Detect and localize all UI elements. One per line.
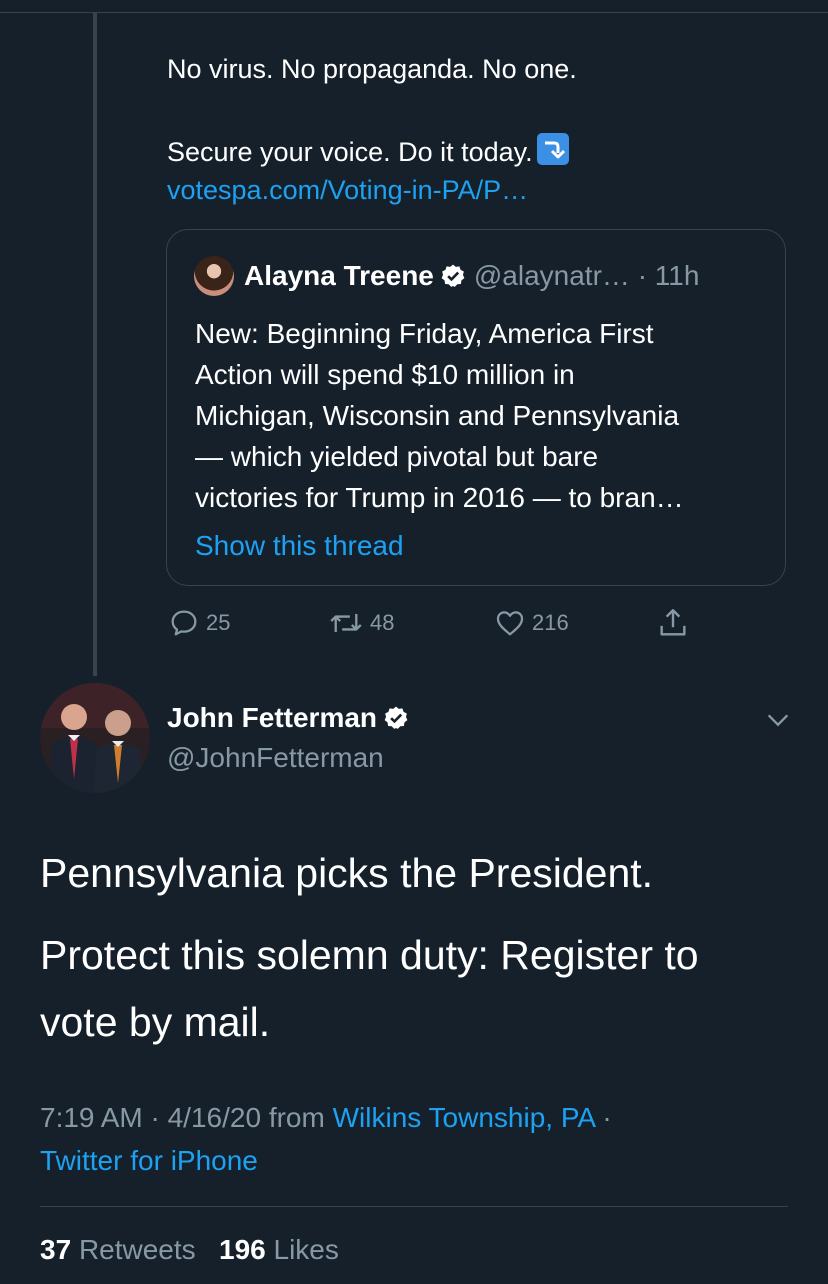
quoted-text-line: New: Beginning Friday, America First (195, 318, 654, 349)
parent-tweet-line2: Secure your voice. Do it today. (167, 133, 569, 169)
main-tweet-text-line2: Protect this solemn duty: Register to (40, 932, 699, 978)
likes-stat[interactable]: 196 Likes (219, 1234, 339, 1265)
retweets-count: 37 (40, 1234, 72, 1265)
quoted-text-line: — which yielded pivotal but bare (195, 441, 599, 472)
main-tweet-text-line3: vote by mail. (40, 999, 271, 1045)
main-author-avatar[interactable] (40, 683, 150, 793)
likes-label: Likes (273, 1234, 339, 1265)
quoted-tweet-header: Alayna Treene @alaynatr… · 11h (244, 258, 699, 294)
arrow-emoji-icon (536, 133, 569, 165)
quoted-author-avatar[interactable] (194, 256, 234, 296)
likes-count: 196 (219, 1234, 266, 1265)
tweet-location-link[interactable]: Wilkins Township, PA (333, 1102, 595, 1133)
quoted-text-line: victories for Trump in 2016 — to bran… (195, 482, 684, 513)
tweet-meta: 7:19 AM · 4/16/20 from Wilkins Township,… (40, 1097, 612, 1139)
main-tweet-text-line1: Pennsylvania picks the President. (40, 850, 654, 896)
tweet-timestamp: 7:19 AM · 4/16/20 (40, 1102, 262, 1133)
tweet-stats: 37 Retweets 196 Likes (40, 1230, 339, 1270)
reply-icon (171, 610, 197, 636)
like-button[interactable]: 216 (494, 603, 569, 643)
share-button[interactable] (656, 603, 696, 643)
from-label: from (268, 1102, 325, 1133)
stats-divider (40, 1206, 788, 1207)
main-author-handle[interactable]: @JohnFetterman (167, 739, 384, 777)
like-icon (496, 611, 524, 636)
tweet-source-link[interactable]: Twitter for iPhone (40, 1140, 258, 1182)
parent-tweet-line2-text: Secure your voice. Do it today. (167, 137, 533, 167)
retweet-button[interactable]: 48 (328, 603, 394, 643)
main-author-name-row: John Fetterman (167, 699, 417, 737)
main-author-name[interactable]: John Fetterman (167, 702, 377, 733)
chevron-down-icon[interactable] (764, 706, 792, 734)
top-divider (0, 12, 828, 13)
thread-connector-line (93, 12, 97, 676)
retweets-label: Retweets (78, 1234, 196, 1265)
meta-separator: · (602, 1102, 612, 1133)
quoted-text-line: Action will spend $10 million in (195, 359, 575, 390)
reply-count: 25 (206, 610, 231, 635)
verified-icon (384, 706, 408, 729)
like-count: 216 (532, 610, 569, 635)
quoted-author-handle: @alaynatr… (473, 260, 630, 291)
retweets-stat[interactable]: 37 Retweets (40, 1234, 196, 1265)
verified-icon (441, 264, 465, 287)
quoted-author-name[interactable]: Alayna Treene (244, 260, 434, 291)
quoted-text-line: Michigan, Wisconsin and Pennsylvania (195, 400, 680, 431)
parent-tweet-link[interactable]: votespa.com/Voting-in-PA/P… (167, 173, 528, 207)
retweet-count: 48 (370, 610, 395, 635)
reply-button[interactable]: 25 (168, 603, 230, 643)
show-this-thread-link[interactable]: Show this thread (195, 526, 404, 566)
parent-tweet-line1: No virus. No propaganda. No one. (167, 54, 577, 84)
quoted-tweet-text: New: Beginning Friday, America First Act… (195, 313, 770, 518)
share-icon (660, 609, 686, 636)
quoted-tweet-time: · 11h (637, 260, 700, 291)
retweet-icon (330, 614, 362, 632)
